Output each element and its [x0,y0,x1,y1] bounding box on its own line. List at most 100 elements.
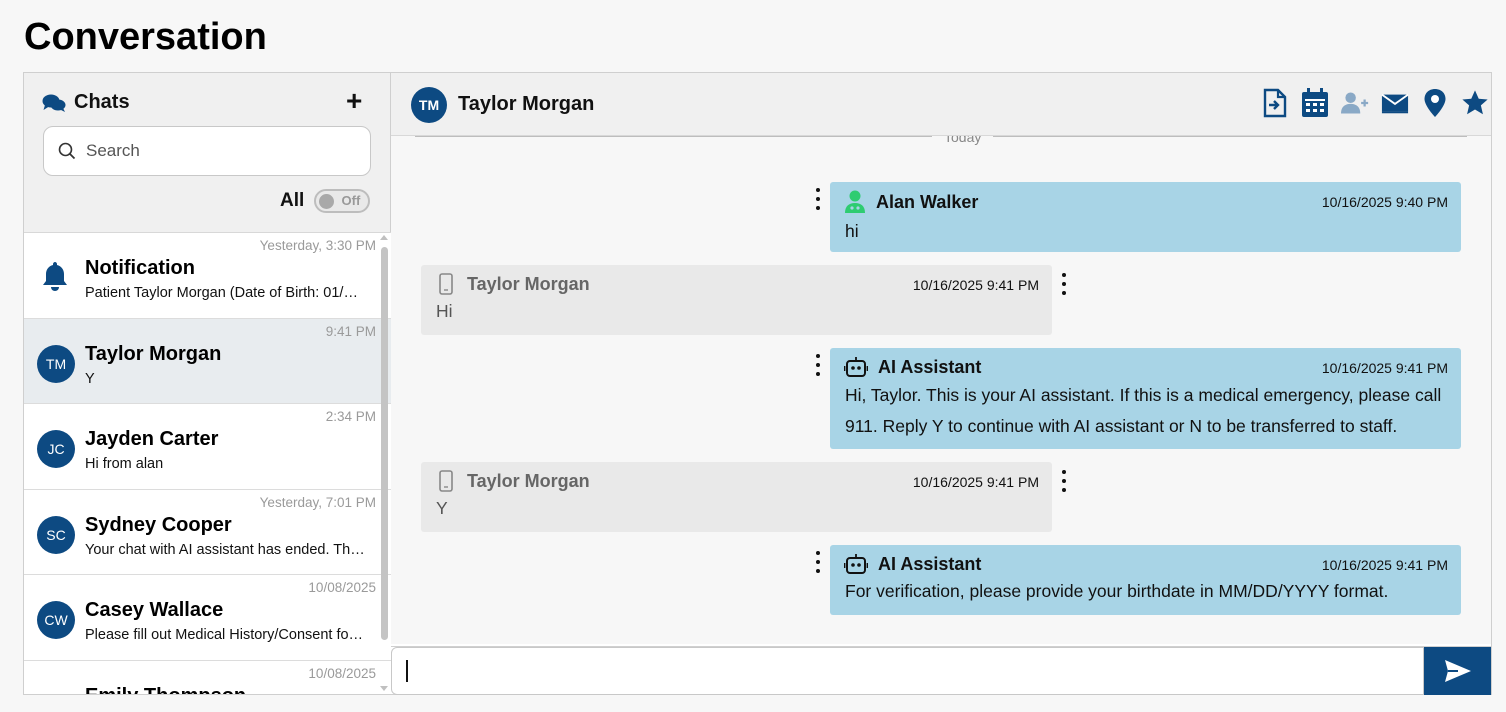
chat-list: Yesterday, 3:30 PM Notification Patient … [24,232,391,694]
email-button[interactable] [1381,87,1409,119]
search-box[interactable] [43,126,371,176]
location-icon [1424,89,1446,117]
chat-time: 9:41 PM [325,323,376,339]
scroll-up-arrow[interactable] [380,235,388,240]
message-composer [391,646,1491,695]
conversation-panel: Chats + All Off Yesterday, 3:30 PM [23,72,1492,695]
message-time: 10/16/2025 9:41 PM [1321,557,1448,573]
star-icon [1462,90,1488,115]
email-icon [1381,93,1409,114]
contact-name: Taylor Morgan [458,93,595,115]
chat-preview: Please fill out Medical History/Consent … [85,627,365,643]
message-sender: Taylor Morgan [467,470,590,491]
all-filter-label: All [280,190,305,211]
chats-header: Chats [42,91,130,114]
chat-time: Yesterday, 7:01 PM [259,494,376,510]
chat-item-notification[interactable]: Yesterday, 3:30 PM Notification Patient … [24,233,391,319]
chat-name: Sydney Cooper [85,513,232,536]
transfer-file-button[interactable] [1261,87,1289,119]
message-options-button[interactable] [1060,470,1068,492]
avatar: JC [37,430,75,468]
message-header: Alan Walker [844,190,978,214]
message-text: For verification, please provide your bi… [845,581,1389,601]
add-user-icon [1341,92,1369,114]
message-options-button[interactable] [1060,273,1068,295]
scroll-down-arrow[interactable] [380,686,388,691]
transfer-file-icon [1263,88,1287,118]
chat-item-taylor-morgan[interactable]: 9:41 PM TM Taylor Morgan Y [24,318,391,404]
doctor-icon [845,190,865,213]
date-divider: Today [415,136,1467,145]
text-caret [406,660,408,682]
chat-name: Jayden Carter [85,428,219,450]
message-text: Y [436,498,448,518]
chat-preview: Your chat with AI assistant has ended. T… [85,541,365,558]
avatar: CW [37,601,75,639]
chat-name: Casey Wallace [85,599,224,621]
chat-name: Taylor Morgan [85,342,222,365]
message-sender: Taylor Morgan [467,273,590,294]
chat-sidebar: Chats + All Off Yesterday, 3:30 PM [24,73,391,694]
message-sender: Alan Walker [876,191,979,212]
message-outgoing: Alan Walker 10/16/2025 9:40 PM hi [830,182,1461,252]
send-icon [1444,660,1471,682]
toggle-state: Off [341,193,361,208]
message-text: Hi, Taylor. This is your AI assistant. I… [845,385,1442,436]
phone-icon [439,273,453,295]
phone-icon [439,470,453,492]
all-toggle[interactable]: Off [314,189,371,213]
scrollbar-thumb[interactable] [381,247,388,640]
contact-avatar: TM [411,87,447,123]
chat-item-sydney-cooper[interactable]: Yesterday, 7:01 PM SC Sydney Cooper Your… [24,489,391,575]
chat-item-casey-wallace[interactable]: 10/08/2025 CW Casey Wallace Please fill … [24,575,391,661]
message-incoming: Taylor Morgan 10/16/2025 9:41 PM Y [421,462,1052,532]
message-time: 10/16/2025 9:40 PM [1321,194,1448,210]
message-options-button[interactable] [814,188,822,210]
add-user-button[interactable] [1341,87,1369,119]
chat-time: Yesterday, 3:30 PM [259,238,376,253]
message-outgoing: AI Assistant 10/16/2025 9:41 PM For veri… [830,545,1461,615]
chat-list-scrollbar[interactable] [378,232,390,694]
message-time: 10/16/2025 9:41 PM [912,474,1039,490]
location-button[interactable] [1421,87,1449,119]
favorite-button[interactable] [1461,87,1489,119]
chat-time: 10/08/2025 [308,665,376,681]
search-input[interactable] [86,141,346,161]
chat-preview: Y [85,370,95,387]
chat-item-emily-thompson[interactable]: 10/08/2025 Emily Thompson [24,660,391,694]
new-chat-button[interactable]: + [346,87,362,115]
avatar: SC [37,515,75,554]
message-text: hi [845,221,859,241]
message-outgoing: AI Assistant 10/16/2025 9:41 PM Hi, Tayl… [830,348,1461,449]
bell-icon [43,262,67,291]
message-list: Today Alan Walker 10/16/2025 9:40 PM hi [391,136,1491,644]
message-incoming: Taylor Morgan 10/16/2025 9:41 PM Hi [421,265,1052,335]
chat-item-jayden-carter[interactable]: 2:34 PM JC Jayden Carter Hi from alan [24,404,391,490]
date-divider-label: Today [932,136,994,145]
message-options-button[interactable] [814,551,822,573]
conversation-area: TM Taylor Morgan Today Alan Walker 10/16… [391,73,1491,695]
chat-bubbles-icon [42,94,66,112]
robot-icon [844,357,868,377]
message-time: 10/16/2025 9:41 PM [1321,360,1448,376]
conversation-toolbar [1261,87,1489,119]
message-options-button[interactable] [814,354,822,376]
message-input[interactable] [391,647,1424,695]
schedule-button[interactable] [1301,87,1329,119]
message-sender: AI Assistant [878,356,982,377]
conversation-header: TM Taylor Morgan [391,73,1491,136]
message-header: AI Assistant [844,356,981,378]
message-text: Hi [436,301,453,321]
message-time: 10/16/2025 9:41 PM [912,277,1039,293]
message-sender: AI Assistant [878,553,982,574]
chats-title: Chats [74,91,130,113]
message-header: Taylor Morgan [435,470,590,492]
chat-time: 2:34 PM [325,409,376,424]
robot-icon [844,554,868,574]
chat-time: 10/08/2025 [308,580,376,595]
chat-preview: Patient Taylor Morgan (Date of Birth: 01… [85,285,365,301]
avatar: TM [37,344,75,383]
search-icon [58,142,76,160]
chat-preview: Hi from alan [85,456,164,472]
send-button[interactable] [1424,647,1491,695]
